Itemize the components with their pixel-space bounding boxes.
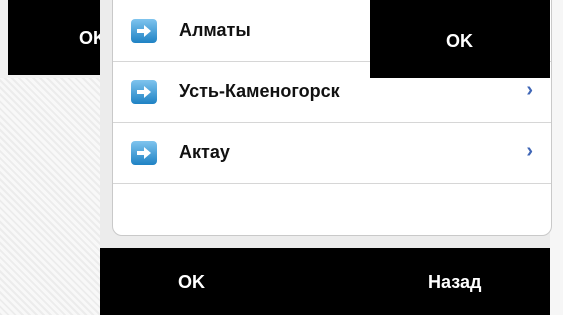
background-pattern [0,78,110,315]
chevron-right-icon: › [526,140,533,162]
arrow-right-icon [131,80,157,104]
chevron-right-icon: › [526,79,533,101]
arrow-right-icon [131,141,157,165]
list-item-label: Усть-Каменогорск [179,81,340,101]
back-button[interactable]: Назад [428,272,481,293]
bottom-toolbar: OK Назад [100,248,550,315]
left-toolbar: OK [8,0,110,75]
arrow-right-icon [131,19,157,43]
ok-button-top[interactable]: OK [446,31,473,52]
list-item-label: Алматы [179,20,251,40]
list-item-label: Актау [179,142,230,162]
ok-button[interactable]: OK [178,272,205,293]
list-item-aktau[interactable]: Актау › [113,123,551,184]
top-right-toolbar: OK [370,0,550,78]
